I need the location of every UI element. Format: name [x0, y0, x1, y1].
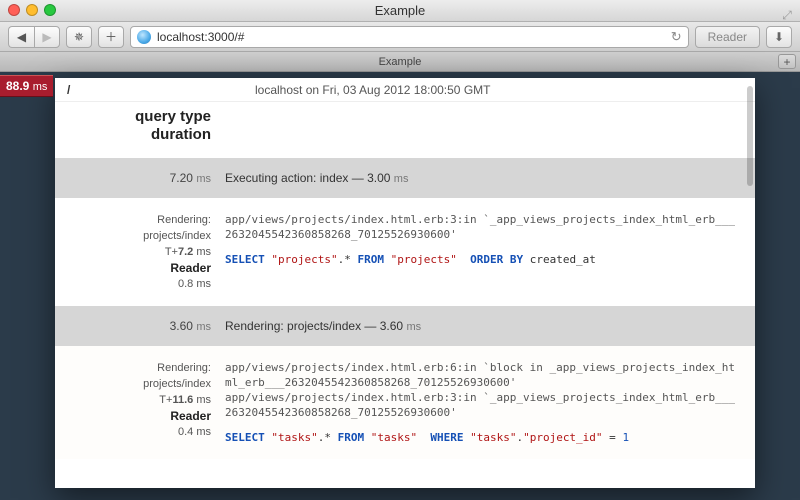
trace-chunk: Rendering: projects/index T+11.6 ms Read…: [55, 346, 755, 459]
section-text-unit: ms: [394, 173, 409, 185]
reader-label: Reader: [708, 30, 747, 44]
reader-value: 0.4: [178, 426, 193, 438]
badge-unit: ms: [33, 81, 48, 93]
section-text: Executing action: index — 3.00: [225, 171, 390, 185]
trace-chunk: Rendering: projects/index T+7.2 ms Reade…: [55, 198, 755, 306]
trace-side: Rendering: projects/index T+11.6 ms Read…: [55, 360, 225, 445]
trace-body: app/views/projects/index.html.erb:6:in `…: [225, 360, 739, 445]
t-unit: ms: [196, 394, 211, 406]
browser-toolbar: ◀ ▶ ✵ ＋ localhost:3000/# ↻ Reader ⬇: [0, 22, 800, 52]
t-value: 11.6: [172, 394, 193, 406]
section-time: 3.60: [170, 319, 193, 333]
globe-icon: [137, 30, 151, 44]
panel-header: / localhost on Fri, 03 Aug 2012 18:00:50…: [55, 78, 755, 102]
reader-label-side: Reader: [55, 408, 211, 424]
panel-column-labels: query type duration: [55, 102, 755, 158]
window-titlebar: Example ⤢: [0, 0, 800, 22]
profiler-panel: / localhost on Fri, 03 Aug 2012 18:00:50…: [55, 78, 755, 488]
zoom-icon[interactable]: [44, 4, 56, 16]
section-time: 7.20: [170, 171, 193, 185]
fullscreen-icon[interactable]: ⤢: [780, 4, 794, 18]
sql-query: SELECT "projects".* FROM "projects" ORDE…: [225, 252, 739, 267]
reader-button[interactable]: Reader: [695, 26, 760, 48]
bookmarks-button[interactable]: ✵: [66, 26, 92, 48]
url-text: localhost:3000/#: [157, 30, 244, 44]
tab-strip: Example +: [0, 52, 800, 72]
reload-icon[interactable]: ↻: [671, 29, 682, 45]
back-button[interactable]: ◀: [8, 26, 34, 48]
reader-unit: ms: [196, 278, 211, 290]
section-time-unit: ms: [196, 321, 211, 333]
section-text: Rendering: projects/index — 3.60: [225, 319, 403, 333]
stack-trace: app/views/projects/index.html.erb:3:in `…: [225, 213, 735, 241]
stack-trace: app/views/projects/index.html.erb:6:in `…: [225, 361, 735, 419]
trace-body: app/views/projects/index.html.erb:3:in `…: [225, 212, 739, 292]
section-bar: 3.60 ms Rendering: projects/index — 3.60…: [55, 306, 755, 346]
reader-value: 0.8: [178, 278, 193, 290]
section-bar: 7.20 ms Executing action: index — 3.00 m…: [55, 158, 755, 198]
add-button[interactable]: ＋: [98, 26, 124, 48]
forward-button[interactable]: ▶: [34, 26, 60, 48]
window-title: Example: [375, 3, 426, 18]
address-bar[interactable]: localhost:3000/# ↻: [130, 26, 689, 48]
trace-side: Rendering: projects/index T+7.2 ms Reade…: [55, 212, 225, 292]
reader-label-side: Reader: [55, 260, 211, 276]
t-label: T+: [165, 246, 178, 258]
section-text-unit: ms: [406, 321, 421, 333]
label-duration: duration: [55, 126, 225, 144]
tab-title[interactable]: Example: [379, 56, 422, 68]
request-meta: localhost on Fri, 03 Aug 2012 18:00:50 G…: [255, 83, 755, 97]
reader-unit: ms: [196, 426, 211, 438]
downloads-button[interactable]: ⬇: [766, 26, 792, 48]
badge-time: 88.9: [6, 79, 29, 93]
traffic-lights: [8, 4, 56, 16]
rendering-label: Rendering:: [157, 362, 211, 374]
close-icon[interactable]: [8, 4, 20, 16]
rendering-value: projects/index: [143, 230, 211, 242]
new-tab-button[interactable]: +: [778, 54, 796, 69]
t-label: T+: [159, 394, 172, 406]
minimize-icon[interactable]: [26, 4, 38, 16]
section-time-unit: ms: [196, 173, 211, 185]
rendering-value: projects/index: [143, 378, 211, 390]
timing-badge[interactable]: 88.9 ms: [0, 75, 53, 97]
request-path: /: [55, 83, 255, 97]
rendering-label: Rendering:: [157, 214, 211, 226]
label-query-type: query type: [55, 108, 225, 126]
t-value: 7.2: [178, 246, 193, 258]
panel-scrollbar[interactable]: [747, 86, 753, 186]
sql-query: SELECT "tasks".* FROM "tasks" WHERE "tas…: [225, 430, 739, 445]
t-unit: ms: [196, 246, 211, 258]
